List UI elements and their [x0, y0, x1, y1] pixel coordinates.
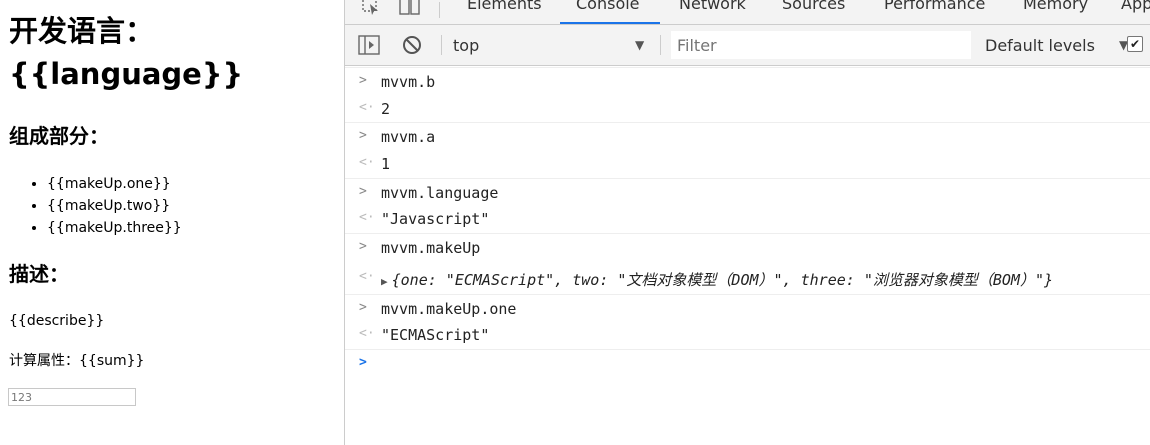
- context-selector[interactable]: top: [453, 36, 479, 55]
- input-chevron-icon: >: [359, 128, 367, 143]
- result-arrow-icon: <·: [359, 210, 375, 225]
- console-object-preview[interactable]: {one: "ECMAScript", two: "文档对象模型（DOM）", …: [392, 271, 1053, 289]
- tab-network[interactable]: Network: [679, 0, 746, 13]
- result-arrow-icon: <·: [359, 100, 375, 115]
- devtools-tab-bar: Elements Console Network Sources Perform…: [345, 0, 1150, 25]
- description-heading: 描述：: [9, 262, 69, 286]
- console-prompt[interactable]: >: [345, 349, 1150, 378]
- console-row-input: > mvvm.b: [345, 67, 1150, 96]
- tab-console[interactable]: Console: [576, 0, 640, 13]
- sidebar-toggle-icon[interactable]: [358, 35, 380, 59]
- tab-application[interactable]: App: [1121, 0, 1150, 13]
- console-result: "ECMAScript": [381, 326, 490, 344]
- computed-property-text: 计算属性：{{sum}}: [9, 353, 145, 369]
- active-tab-indicator: [560, 22, 660, 24]
- console-row-result: <· "Javascript": [345, 205, 1150, 233]
- result-arrow-icon: <·: [359, 269, 375, 284]
- prompt-chevron-icon: >: [359, 355, 367, 370]
- input-chevron-icon: >: [359, 73, 367, 88]
- preserve-log-checkbox[interactable]: ✔: [1127, 36, 1143, 52]
- tab-performance[interactable]: Performance: [884, 0, 985, 13]
- tab-memory[interactable]: Memory: [1023, 0, 1088, 13]
- tab-elements[interactable]: Elements: [467, 0, 542, 13]
- input-chevron-icon: >: [359, 184, 367, 199]
- composition-heading: 组成部分：: [9, 124, 109, 148]
- describe-text: {{describe}}: [9, 313, 105, 329]
- console-filter-input[interactable]: [671, 31, 971, 59]
- language-heading-value: {{language}}: [9, 57, 244, 91]
- console-row-result-object[interactable]: <· ▶ {one: "ECMAScript", two: "文档对象模型（DOM…: [345, 264, 1150, 292]
- console-row-input: > mvvm.a: [345, 122, 1150, 151]
- list-item: {{makeUp.one}}: [47, 173, 182, 195]
- list-item: {{makeUp.two}}: [47, 195, 182, 217]
- chevron-down-icon[interactable]: ▼: [635, 38, 644, 52]
- input-chevron-icon: >: [359, 300, 367, 315]
- toolbar-separator: [441, 35, 442, 55]
- rendered-page: 开发语言： {{language}} 组成部分： {{makeUp.one}} …: [0, 0, 344, 445]
- console-command: mvvm.makeUp: [381, 239, 481, 257]
- tab-separator: [439, 2, 440, 18]
- console-result: 2: [381, 100, 391, 118]
- expand-triangle-icon[interactable]: ▶: [381, 275, 388, 288]
- console-result: "Javascript": [381, 210, 490, 228]
- console-row-result: <· 1: [345, 150, 1150, 178]
- device-toolbar-icon[interactable]: [399, 0, 421, 20]
- result-arrow-icon: <·: [359, 326, 375, 341]
- language-heading-label: 开发语言：: [9, 14, 155, 48]
- inspect-element-icon[interactable]: [361, 0, 381, 20]
- console-command: mvvm.a: [381, 128, 436, 146]
- console-row-input: > mvvm.makeUp: [345, 233, 1150, 262]
- clear-console-icon[interactable]: [402, 35, 422, 59]
- toolbar-separator: [660, 35, 661, 55]
- log-levels-dropdown[interactable]: Default levels: [985, 36, 1095, 55]
- console-result: 1: [381, 155, 391, 173]
- tab-sources[interactable]: Sources: [782, 0, 845, 13]
- devtools-panel: Elements Console Network Sources Perform…: [344, 0, 1150, 445]
- console-row-result: <· 2: [345, 95, 1150, 123]
- input-chevron-icon: >: [359, 239, 367, 254]
- result-arrow-icon: <·: [359, 155, 375, 170]
- list-item: {{makeUp.three}}: [47, 217, 182, 239]
- sum-input[interactable]: [8, 388, 136, 406]
- console-row-result: <· "ECMAScript": [345, 321, 1150, 349]
- console-toolbar: top ▼ Default levels ▼ ✔: [345, 25, 1150, 66]
- console-row-input: > mvvm.language: [345, 178, 1150, 207]
- console-output: > mvvm.b <· 2 > mvvm.a <· 1 > mvvm.langu…: [345, 66, 1150, 445]
- console-command: mvvm.language: [381, 184, 499, 202]
- composition-list: {{makeUp.one}} {{makeUp.two}} {{makeUp.t…: [9, 173, 182, 239]
- console-command: mvvm.b: [381, 73, 436, 91]
- console-row-input: > mvvm.makeUp.one: [345, 294, 1150, 323]
- console-command: mvvm.makeUp.one: [381, 300, 517, 318]
